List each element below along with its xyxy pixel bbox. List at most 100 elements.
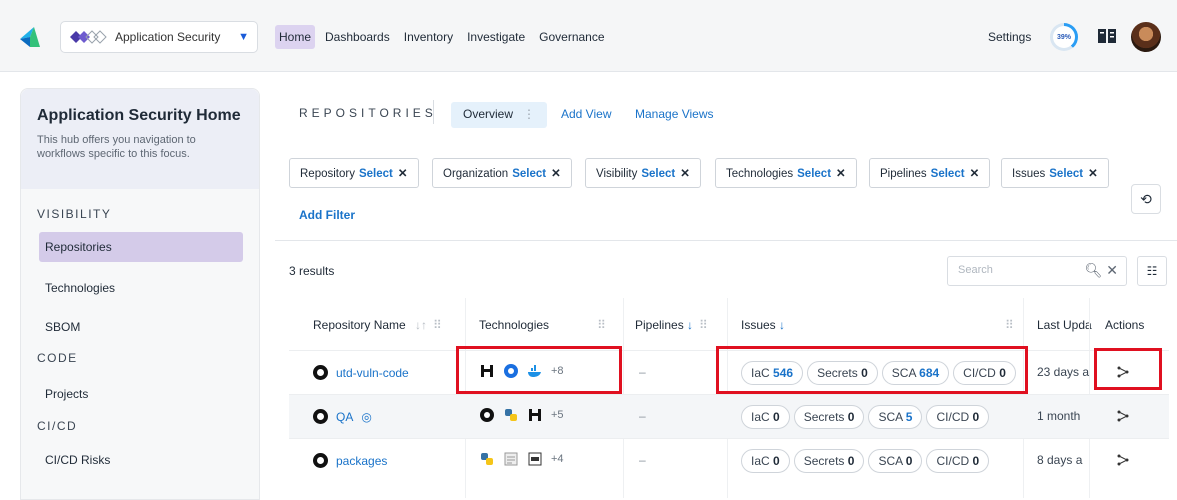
filter-value[interactable]: Select: [641, 168, 675, 180]
technologies-cell: +4: [479, 451, 564, 467]
nav-dashboards[interactable]: Dashboards: [321, 25, 394, 49]
close-icon[interactable]: ✕: [398, 168, 408, 180]
issues-cell: IaC 546 Secrets 0 SCA 684 CI/CD 0: [741, 361, 1016, 385]
clear-icon[interactable]: ✕: [1106, 262, 1118, 278]
sort-down-icon[interactable]: ↓: [687, 318, 693, 332]
filter-visibility[interactable]: Visibility Select ✕: [585, 158, 701, 188]
filter-value[interactable]: Select: [1049, 168, 1083, 180]
filter-label: Visibility: [596, 168, 638, 180]
nav-home[interactable]: Home: [275, 25, 316, 49]
issue-pill-sca[interactable]: SCA 5: [868, 405, 923, 429]
close-icon[interactable]: ✕: [1088, 168, 1098, 180]
filter-technologies[interactable]: Technologies Select ✕: [715, 158, 857, 188]
drag-handle-icon[interactable]: ⠿: [1005, 318, 1014, 332]
filter-issues[interactable]: Issues Select ✕: [1001, 158, 1109, 188]
pill-count: 0: [773, 454, 780, 468]
sidebar-item-technologies[interactable]: Technologies: [39, 273, 243, 303]
avatar[interactable]: [1131, 22, 1161, 52]
close-icon[interactable]: ✕: [836, 168, 846, 180]
issue-pill-sca[interactable]: SCA 0: [868, 449, 923, 473]
filter-value[interactable]: Select: [797, 168, 831, 180]
repo-link[interactable]: QA: [336, 410, 353, 424]
close-icon[interactable]: ✕: [970, 168, 980, 180]
issue-pill-secrets[interactable]: Secrets 0: [807, 361, 878, 385]
app-switcher[interactable]: Application Security ▼: [60, 21, 258, 53]
pill-label: IaC: [751, 454, 770, 468]
results-count: 3 results: [289, 264, 335, 278]
pill-count: 0: [999, 366, 1006, 380]
python-icon: [481, 453, 493, 465]
issue-pill-sca[interactable]: SCA 684: [881, 361, 950, 385]
sort-down-icon[interactable]: ↓: [779, 318, 785, 332]
issue-pill-iac[interactable]: IaC 0: [741, 405, 790, 429]
table-row[interactable]: packages +4 – IaC 0 Secrets 0 SCA 0 CI/C…: [289, 438, 1169, 482]
issue-pill-secrets[interactable]: Secrets 0: [793, 449, 865, 473]
search-input[interactable]: Search 🔍︎ ✕: [947, 256, 1127, 286]
drag-handle-icon[interactable]: ⠿: [597, 318, 606, 332]
issue-pill-iac[interactable]: IaC 546: [741, 361, 804, 385]
header-repository-name[interactable]: Repository Name ↓↑ ⠿: [313, 318, 442, 332]
manage-views-link[interactable]: Manage Views: [635, 107, 714, 121]
tab-overview[interactable]: Overview ⋮: [451, 102, 548, 128]
nav-inventory[interactable]: Inventory: [400, 25, 457, 49]
drag-handle-icon[interactable]: ⋮: [523, 107, 535, 121]
sidebar-item-repositories[interactable]: Repositories: [39, 232, 243, 262]
issue-pill-iac[interactable]: IaC 0: [741, 449, 790, 473]
filter-label: Pipelines: [880, 168, 927, 180]
drag-handle-icon[interactable]: ⠿: [433, 318, 442, 332]
add-filter-link[interactable]: Add Filter: [299, 208, 355, 222]
filter-value[interactable]: Select: [931, 168, 965, 180]
progress-label: 39%: [1053, 26, 1075, 48]
book-icon[interactable]: [1097, 27, 1117, 45]
filter-organization[interactable]: Organization Select ✕: [432, 158, 572, 188]
header-label: Pipelines: [635, 318, 684, 332]
column-settings-button[interactable]: ☷: [1137, 256, 1167, 286]
more-technologies[interactable]: +5: [551, 409, 564, 421]
table-row[interactable]: utd-vuln-code +8 – IaC 546 Secrets 0 SCA…: [289, 350, 1169, 394]
pill-label: Secrets: [803, 410, 845, 424]
filter-value[interactable]: Select: [359, 168, 393, 180]
divider: [275, 240, 1177, 241]
progress-ring[interactable]: 39%: [1050, 23, 1078, 51]
close-icon[interactable]: ✕: [680, 168, 690, 180]
reset-filters-button[interactable]: ⟲: [1131, 184, 1161, 214]
graph-action-icon[interactable]: [1115, 408, 1131, 424]
filter-repository[interactable]: Repository Select ✕: [289, 158, 419, 188]
issue-pill-cicd[interactable]: CI/CD 0: [926, 405, 990, 429]
pill-count: 5: [905, 410, 913, 424]
filter-pipelines[interactable]: Pipelines Select ✕: [869, 158, 991, 188]
issue-pill-cicd[interactable]: CI/CD 0: [953, 361, 1016, 385]
header-last-updated[interactable]: Last Upda: [1037, 318, 1092, 332]
sidebar-item-sbom[interactable]: SBOM: [39, 312, 243, 342]
graph-action-icon[interactable]: [1115, 452, 1131, 468]
sidebar-item-cicd-risks[interactable]: CI/CD Risks: [39, 445, 243, 475]
table-row[interactable]: QA ◎ +5 – IaC 0 Secrets 0 SCA 5 CI/CD 0 1…: [289, 394, 1169, 438]
drag-handle-icon[interactable]: ⠿: [699, 318, 708, 332]
sort-icon[interactable]: ↓↑: [415, 318, 427, 332]
header-pipelines[interactable]: Pipelines ↓ ⠿: [635, 318, 708, 332]
filter-value[interactable]: Select: [512, 168, 546, 180]
search-icon[interactable]: 🔍︎: [1085, 262, 1103, 278]
nav-investigate[interactable]: Investigate: [463, 25, 529, 49]
repo-link[interactable]: packages: [336, 454, 387, 468]
pill-label: SCA: [891, 366, 916, 380]
logo-icon[interactable]: [18, 25, 42, 49]
close-icon[interactable]: ✕: [551, 168, 561, 180]
filter-label: Technologies: [726, 168, 794, 180]
add-view-link[interactable]: Add View: [561, 107, 611, 121]
more-technologies[interactable]: +4: [551, 453, 564, 465]
header-issues[interactable]: Issues ↓ ⠿: [741, 318, 1014, 332]
repo-link[interactable]: utd-vuln-code: [336, 366, 409, 380]
page-title: REPOSITORIES: [299, 106, 437, 120]
settings-link[interactable]: Settings: [988, 30, 1031, 44]
header-technologies[interactable]: Technologies ⠿: [479, 318, 606, 332]
pill-label: CI/CD: [963, 366, 996, 380]
search-placeholder: Search: [958, 264, 993, 276]
nav-governance[interactable]: Governance: [535, 25, 608, 49]
issue-pill-cicd[interactable]: CI/CD 0: [926, 449, 990, 473]
issue-pill-secrets[interactable]: Secrets 0: [793, 405, 865, 429]
more-technologies[interactable]: +8: [551, 365, 564, 377]
pill-count: 0: [972, 454, 980, 468]
sidebar-item-projects[interactable]: Projects: [39, 379, 243, 409]
graph-action-icon[interactable]: [1115, 364, 1131, 380]
